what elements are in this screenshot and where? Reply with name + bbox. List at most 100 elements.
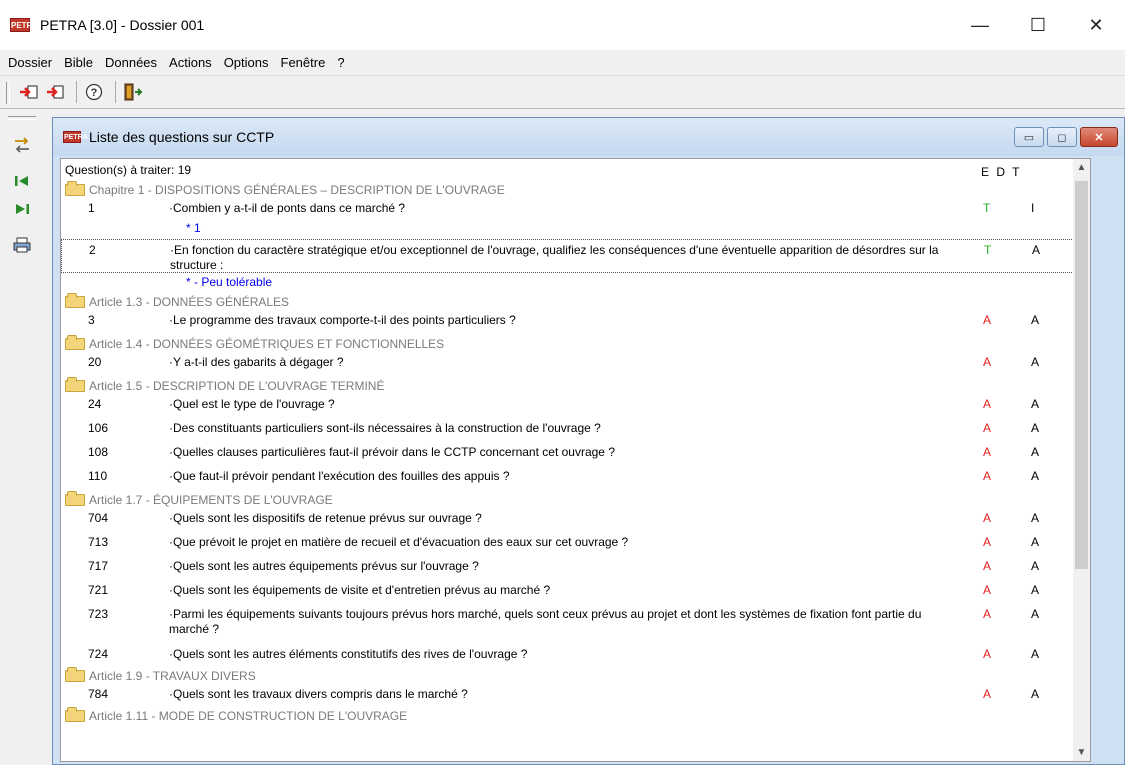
print-icon[interactable] <box>10 234 34 256</box>
help-icon[interactable]: ? <box>83 81 105 103</box>
import-icon[interactable] <box>18 81 40 103</box>
child-maximize-button[interactable]: ◻ <box>1047 127 1077 147</box>
svg-text:?: ? <box>91 87 98 99</box>
question-row[interactable]: 110 ·Que faut-il prévoir pendant l'exécu… <box>61 469 1090 485</box>
question-row[interactable]: 3 ·Le programme des travaux comporte-t-i… <box>61 313 1090 329</box>
scroll-up-icon[interactable]: ▲ <box>1073 159 1090 176</box>
question-text: ·Quel est le type de l'ouvrage ? <box>169 397 335 411</box>
question-row[interactable]: 713 ·Que prévoit le projet en matière de… <box>61 535 1090 551</box>
question-text: ·En fonction du caractère stratégique et… <box>170 243 939 272</box>
menu-dossier[interactable]: Dossier <box>0 55 58 70</box>
question-row[interactable]: 24 ·Quel est le type de l'ouvrage ? A A <box>61 397 1090 413</box>
question-row[interactable]: 723 ·Parmi les équipements suivants touj… <box>61 607 1090 639</box>
left-toolbar-grip[interactable] <box>8 116 36 120</box>
folder-icon <box>65 377 85 392</box>
question-row[interactable]: 106 ·Des constituants particuliers sont-… <box>61 421 1090 437</box>
menu-options[interactable]: Options <box>218 55 275 70</box>
question-number: 106 <box>88 421 109 435</box>
question-row[interactable]: 704 ·Quels sont les dispositifs de reten… <box>61 511 1090 527</box>
child-title-bar: PETRA Liste des questions sur CCTP ▭ ◻ ✕ <box>53 118 1124 156</box>
question-row[interactable]: 721 ·Quels sont les équipements de visit… <box>61 583 1090 599</box>
status-t: A <box>1031 511 1040 525</box>
title-bar: PETRA PETRA [3.0] - Dossier 001 — ☐ ✕ <box>0 0 1125 50</box>
minimize-button[interactable]: — <box>951 0 1009 50</box>
status-t: I <box>1031 201 1035 215</box>
left-toolbar <box>0 112 44 765</box>
status-t: A <box>1031 355 1040 369</box>
maximize-button[interactable]: ☐ <box>1009 0 1067 50</box>
status-t: A <box>1031 313 1040 327</box>
question-text: ·Quels sont les équipements de visite et… <box>169 583 551 597</box>
scroll-down-icon[interactable]: ▼ <box>1073 744 1090 761</box>
question-text: ·Quels sont les travaux divers compris d… <box>169 687 468 701</box>
chapter-row[interactable]: Article 1.5 - DESCRIPTION DE L'OUVRAGE T… <box>61 377 1090 395</box>
petra-app-icon: PETRA <box>10 18 38 32</box>
chapter-row[interactable]: Chapitre 1 - DISPOSITIONS GÉNÉRALES – DE… <box>61 181 1090 199</box>
chapter-row[interactable]: Article 1.7 - ÉQUIPEMENTS DE L'OUVRAGE <box>61 491 1090 509</box>
chapter-title: Article 1.5 - DESCRIPTION DE L'OUVRAGE T… <box>89 379 385 393</box>
menu-fenetre[interactable]: Fenêtre <box>275 55 332 70</box>
toolbar-separator <box>76 81 77 103</box>
question-row[interactable]: 717 ·Quels sont les autres équipements p… <box>61 559 1090 575</box>
menu-donnees[interactable]: Données <box>99 55 163 70</box>
question-row[interactable]: 784 ·Quels sont les travaux divers compr… <box>61 687 1090 703</box>
status-e: A <box>983 511 992 525</box>
child-window-controls: ▭ ◻ ✕ <box>1014 127 1118 147</box>
status-t: A <box>1032 243 1041 257</box>
question-number: 724 <box>88 647 109 661</box>
chapter-title: Article 1.3 - DONNÉES GÉNÉRALES <box>89 295 290 309</box>
close-button[interactable]: ✕ <box>1067 0 1125 50</box>
status-t: A <box>1031 397 1040 411</box>
chapter-title: Article 1.7 - ÉQUIPEMENTS DE L'OUVRAGE <box>89 493 333 507</box>
status-t: A <box>1031 583 1040 597</box>
status-e: A <box>983 397 992 411</box>
menu-bible[interactable]: Bible <box>58 55 99 70</box>
menu-actions[interactable]: Actions <box>163 55 218 70</box>
chapter-row[interactable]: Article 1.3 - DONNÉES GÉNÉRALES <box>61 293 1090 311</box>
question-text: ·Quelles clauses particulières faut-il p… <box>169 445 615 459</box>
first-icon[interactable] <box>10 170 34 192</box>
chapter-row[interactable]: Article 1.11 - MODE DE CONSTRUCTION DE L… <box>61 707 1090 725</box>
export-icon[interactable] <box>44 81 66 103</box>
folder-icon <box>65 707 85 722</box>
child-minimize-button[interactable]: ▭ <box>1014 127 1044 147</box>
status-t: A <box>1031 535 1040 549</box>
answer-text: * 1 <box>186 221 201 235</box>
question-text: ·Des constituants particuliers sont-ils … <box>169 421 601 435</box>
question-row[interactable]: 20 ·Y a-t-il des gabarits à dégager ? A … <box>61 355 1090 371</box>
toolbar-grip[interactable] <box>6 82 10 104</box>
question-row-selected[interactable]: 2 ·En fonction du caractère stratégique … <box>61 239 1090 273</box>
answer-text: * - Peu tolérable <box>186 275 273 289</box>
chapter-title: Chapitre 1 - DISPOSITIONS GÉNÉRALES – DE… <box>89 183 505 197</box>
question-text: ·Combien y a-t-il de ponts dans ce march… <box>169 201 406 215</box>
question-row[interactable]: 1 ·Combien y a-t-il de ponts dans ce mar… <box>61 201 1090 217</box>
folder-icon <box>65 335 85 350</box>
question-text: ·Quels sont les autres éléments constitu… <box>169 647 528 661</box>
status-t: A <box>1031 647 1040 661</box>
transfer-icon[interactable] <box>10 134 34 156</box>
chapter-row[interactable]: Article 1.9 - TRAVAUX DIVERS <box>61 667 1090 685</box>
child-window-title: Liste des questions sur CCTP <box>89 129 275 145</box>
child-close-button[interactable]: ✕ <box>1080 127 1118 147</box>
status-t: A <box>1031 687 1040 701</box>
status-e: A <box>983 469 992 483</box>
vertical-scrollbar[interactable]: ▲ ▼ <box>1073 159 1090 761</box>
question-list: Question(s) à traiter: 19 E D T Chapitre… <box>60 158 1091 762</box>
folder-icon <box>65 181 85 196</box>
answer-row: * 1 <box>61 221 1090 237</box>
chapter-title: Article 1.4 - DONNÉES GÉOMÉTRIQUES ET FO… <box>89 337 445 351</box>
status-e: A <box>983 421 992 435</box>
window-controls: — ☐ ✕ <box>951 0 1125 50</box>
question-row[interactable]: 724 ·Quels sont les autres éléments cons… <box>61 647 1090 663</box>
status-e: T <box>984 243 992 257</box>
last-icon[interactable] <box>10 198 34 220</box>
exit-icon[interactable] <box>122 81 144 103</box>
question-number: 2 <box>89 243 96 257</box>
status-e: A <box>983 583 992 597</box>
question-text: ·Quels sont les dispositifs de retenue p… <box>169 511 482 525</box>
scrollbar-thumb[interactable] <box>1075 181 1088 569</box>
status-e: A <box>983 535 992 549</box>
chapter-row[interactable]: Article 1.4 - DONNÉES GÉOMÉTRIQUES ET FO… <box>61 335 1090 353</box>
question-row[interactable]: 108 ·Quelles clauses particulières faut-… <box>61 445 1090 461</box>
menu-help[interactable]: ? <box>331 55 350 70</box>
